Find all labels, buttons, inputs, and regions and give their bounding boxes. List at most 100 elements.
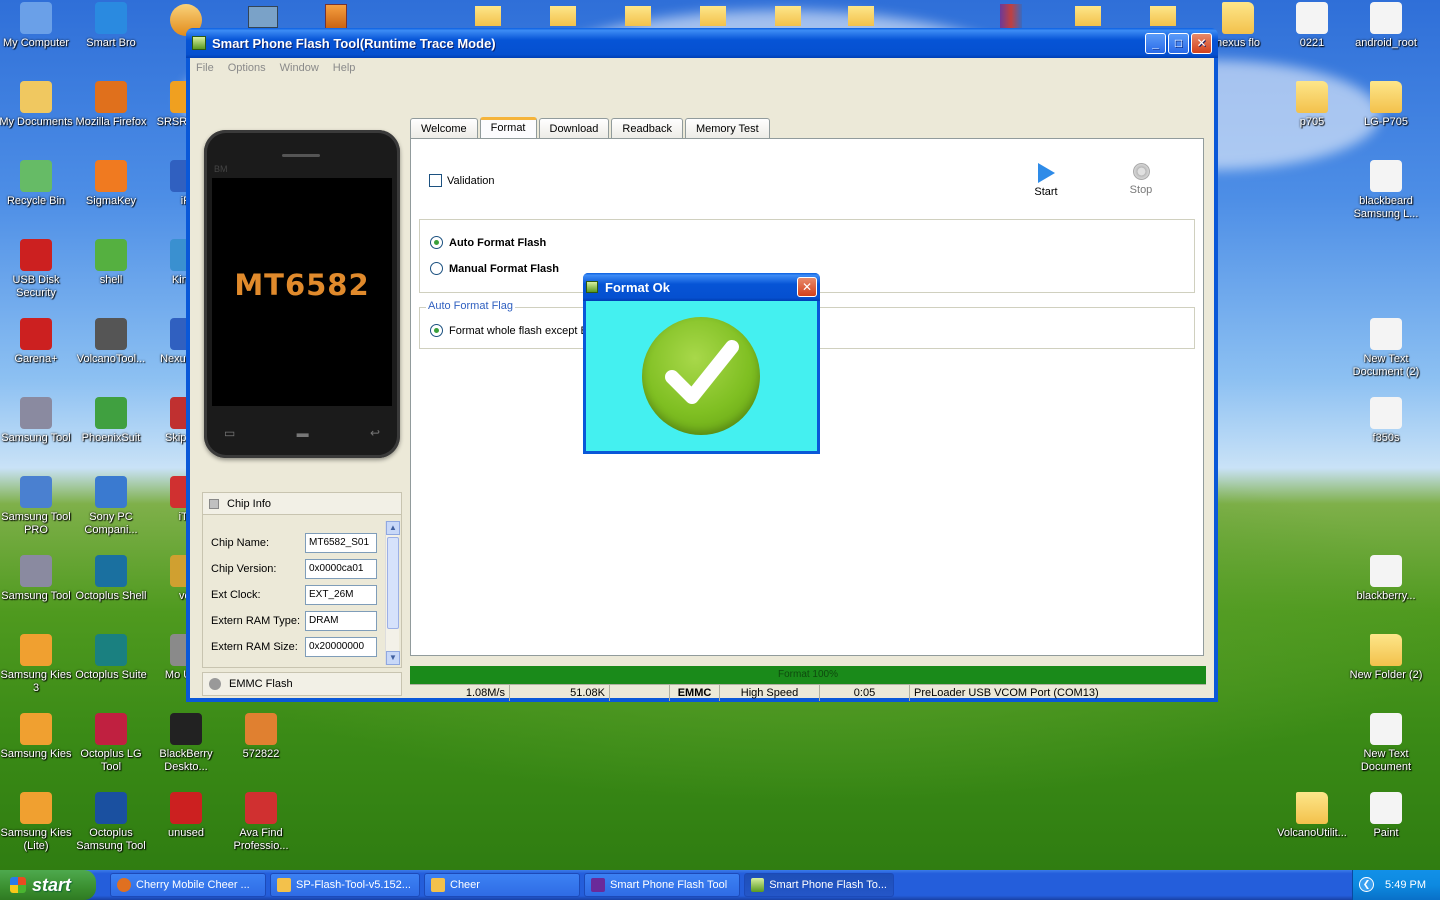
home-key-icon: ▬ <box>296 426 309 440</box>
desktop-icon[interactable]: blackbeard Samsung L... <box>1348 160 1424 221</box>
desktop-folder-partial[interactable] <box>1075 6 1101 26</box>
tab-welcome[interactable]: Welcome <box>410 118 478 139</box>
desktop-icon[interactable]: Samsung Kies 3 <box>0 634 74 695</box>
file-icon <box>1370 713 1402 745</box>
desktop-icon[interactable]: blackberry... <box>1348 555 1424 603</box>
format-whole-flash-option[interactable]: Format whole flash except Bo <box>430 324 594 337</box>
tab-readback[interactable]: Readback <box>611 118 683 139</box>
window-titlebar[interactable]: Smart Phone Flash Tool(Runtime Trace Mod… <box>186 28 1218 58</box>
chip-info-value[interactable]: MT6582_S01 <box>305 533 377 553</box>
manual-format-option[interactable]: Manual Format Flash <box>430 262 559 275</box>
desktop-icon[interactable]: Ava Find Professio... <box>223 792 299 853</box>
tab-memory-test[interactable]: Memory Test <box>684 118 770 139</box>
desktop-icon[interactable]: Samsung Tool <box>0 397 74 445</box>
taskbar-item[interactable]: Cherry Mobile Cheer ... <box>110 873 266 897</box>
desktop-icon[interactable]: My Computer <box>0 2 74 50</box>
menu-file[interactable]: File <box>196 62 214 74</box>
desktop-folder-partial[interactable] <box>475 6 501 26</box>
desktop-icon[interactable]: USB Disk Security <box>0 239 74 300</box>
validation-checkbox-row[interactable]: Validation <box>429 174 495 187</box>
desktop-folder-partial[interactable] <box>550 6 576 26</box>
desktop-icon[interactable]: VolcanoTool... <box>73 318 149 366</box>
close-button[interactable]: ✕ <box>1191 32 1212 54</box>
desktop-folder-partial[interactable] <box>775 6 801 26</box>
desktop-icon[interactable]: BlackBerry Deskto... <box>148 713 224 774</box>
desktop-icon[interactable]: Octoplus Shell <box>73 555 149 603</box>
taskbar-item[interactable]: SP-Flash-Tool-v5.152... <box>270 873 420 897</box>
desktop-icon[interactable]: 572822 <box>223 713 299 761</box>
desktop-icon[interactable]: Octoplus LG Tool <box>73 713 149 774</box>
desktop-icon[interactable]: Paint <box>1348 792 1424 840</box>
tab-format[interactable]: Format <box>479 117 537 138</box>
chip-info-scrollbar[interactable]: ▲ ▼ <box>385 521 400 665</box>
desktop-icon[interactable]: Samsung Kies <box>0 713 74 761</box>
auto-format-option[interactable]: Auto Format Flash <box>430 236 546 249</box>
scroll-thumb[interactable] <box>387 537 399 629</box>
clock[interactable]: 5:49 PM <box>1385 879 1426 891</box>
taskbar-item[interactable]: Cheer <box>424 873 580 897</box>
desktop-icon[interactable]: Smart Bro <box>73 2 149 50</box>
start-button[interactable]: start <box>0 870 96 900</box>
desktop-icon-image <box>95 318 127 350</box>
validation-checkbox[interactable] <box>429 174 442 187</box>
desktop-icon[interactable]: shell <box>73 239 149 287</box>
desktop-icon-label: Recycle Bin <box>6 195 66 207</box>
chip-info-header[interactable]: Chip Info <box>203 493 401 515</box>
chip-info-value[interactable]: EXT_26M <box>305 585 377 605</box>
system-tray: ❮ 5:49 PM <box>1352 870 1440 900</box>
desktop-icon[interactable]: Sony PC Compani... <box>73 476 149 537</box>
desktop-icon[interactable]: Octoplus Samsung Tool <box>73 792 149 853</box>
desktop-icon[interactable]: p705 <box>1274 81 1350 129</box>
desktop-icon[interactable]: unused <box>148 792 224 840</box>
menu-help[interactable]: Help <box>333 62 356 74</box>
desktop-icon[interactable]: android_root <box>1348 2 1424 50</box>
desktop-icon-partial[interactable] <box>325 4 347 30</box>
manual-format-radio[interactable] <box>430 262 443 275</box>
chip-info-value[interactable]: 0x0000ca01 <box>305 559 377 579</box>
taskbar-item[interactable]: Smart Phone Flash To... <box>744 873 894 897</box>
desktop-icon[interactable]: VolcanoUtilit... <box>1274 792 1350 840</box>
desktop-icon-partial[interactable] <box>248 6 278 28</box>
dialog-close-button[interactable]: ✕ <box>797 277 817 297</box>
chip-info-value[interactable]: DRAM <box>305 611 377 631</box>
desktop-archive-partial[interactable] <box>1000 4 1022 28</box>
emmc-flash-panel[interactable]: EMMC Flash <box>202 672 402 696</box>
desktop-icon[interactable]: Garena+ <box>0 318 74 366</box>
scroll-up-icon[interactable]: ▲ <box>386 521 400 535</box>
desktop-icon[interactable]: My Documents <box>0 81 74 129</box>
desktop-icon[interactable]: Octoplus Suite <box>73 634 149 682</box>
desktop-icon[interactable]: Samsung Tool <box>0 555 74 603</box>
menu-window[interactable]: Window <box>280 62 319 74</box>
desktop-folder-partial[interactable] <box>625 6 651 26</box>
start-button[interactable]: Start <box>1031 163 1061 198</box>
tray-expand-icon[interactable]: ❮ <box>1359 877 1374 892</box>
minimize-button[interactable]: _ <box>1145 32 1166 54</box>
tab-download[interactable]: Download <box>538 118 610 139</box>
desktop-icon[interactable]: New Text Document <box>1348 713 1424 774</box>
chip-info-value[interactable]: 0x20000000 <box>305 637 377 657</box>
desktop-icon[interactable]: LG-P705 <box>1348 81 1424 129</box>
desktop-icon[interactable]: Samsung Tool PRO <box>0 476 74 537</box>
desktop-folder-partial[interactable] <box>848 6 874 26</box>
dialog-titlebar[interactable]: Format Ok ✕ <box>583 273 820 301</box>
desktop-icon[interactable]: PhoenixSuit <box>73 397 149 445</box>
desktop-icon[interactable]: f350s <box>1348 397 1424 445</box>
auto-format-radio[interactable] <box>430 236 443 249</box>
desktop-icon[interactable]: New Text Document (2) <box>1348 318 1424 379</box>
format-whole-flash-radio[interactable] <box>430 324 443 337</box>
stop-button[interactable]: Stop <box>1125 163 1157 196</box>
desktop-icon[interactable]: 0221 <box>1274 2 1350 50</box>
menu-options[interactable]: Options <box>228 62 266 74</box>
maximize-button[interactable]: □ <box>1168 32 1189 54</box>
scroll-down-icon[interactable]: ▼ <box>386 651 400 665</box>
desktop-folder-partial[interactable] <box>700 6 726 26</box>
auto-format-flag-title: Auto Format Flag <box>426 300 515 312</box>
desktop-folder-partial[interactable] <box>1150 6 1176 26</box>
desktop-icon[interactable]: Mozilla Firefox <box>73 81 149 129</box>
desktop-icon[interactable]: Samsung Kies (Lite) <box>0 792 74 853</box>
status-blank <box>610 685 670 701</box>
desktop-icon[interactable]: New Folder (2) <box>1348 634 1424 682</box>
desktop-icon[interactable]: SigmaKey <box>73 160 149 208</box>
taskbar-item[interactable]: Smart Phone Flash Tool <box>584 873 740 897</box>
desktop-icon[interactable]: Recycle Bin <box>0 160 74 208</box>
